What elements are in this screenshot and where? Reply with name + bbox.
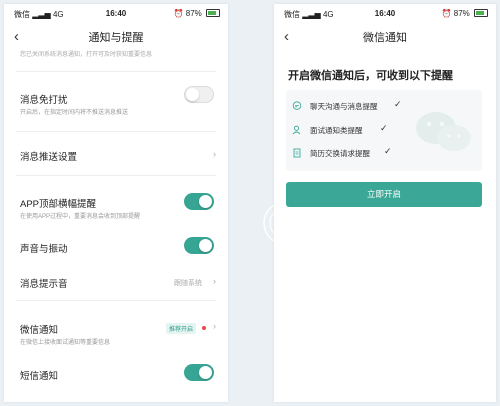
battery-icon [474, 9, 488, 17]
status-bar: 微信 ▂▃▅ 4G 16:40 ⏰ 87% [4, 4, 228, 22]
toggle-knob [199, 195, 212, 208]
chat-bubble-icon [292, 101, 302, 110]
message-tone-value: 跟随系统 [174, 280, 202, 287]
wechat-logo-watermark-icon [416, 112, 471, 151]
battery-icon [206, 9, 220, 17]
check-icon: ✓ [380, 123, 388, 133]
check-icon: ✓ [384, 146, 392, 156]
page-title: 微信通知 [363, 32, 407, 44]
divider [16, 175, 216, 176]
battery-percent: 87% [453, 9, 470, 18]
divider [16, 131, 216, 132]
reminder-label: 简历交换请求提醒 [310, 149, 370, 158]
row-banner-alert-title: APP顶部横幅提醒 [20, 199, 97, 210]
reminder-label: 面试通知类提醒 [310, 126, 363, 135]
document-icon [293, 148, 301, 158]
page-title: 通知与提醒 [88, 32, 144, 44]
row-sms-notify-title: 短信通知 [20, 371, 59, 382]
status-right: ⏰ 87% [442, 9, 488, 18]
status-bar: 微信 ▂▃▅ 4G 16:40 ⏰ 87% [274, 4, 496, 22]
chevron-right-icon[interactable]: › [213, 276, 216, 286]
battery-percent: 87% [185, 9, 202, 18]
reminder-label: 聊天沟通与消息提醒 [310, 102, 378, 111]
row-banner-alert-subtitle: 在使用APP过程中，重要消息会收到顶部提醒 [20, 214, 141, 220]
divider [16, 71, 216, 72]
banner-alert-toggle[interactable] [184, 193, 214, 210]
red-dot-indicator [202, 326, 206, 330]
nav-bar: ‹ 通知与提醒 [4, 22, 228, 52]
row-sound-vibration-title: 声音与振动 [20, 244, 68, 255]
row-wechat-notify-title[interactable]: 微信通知 [20, 322, 58, 336]
toggle-knob [199, 239, 212, 252]
do-not-disturb-toggle[interactable] [184, 86, 214, 103]
notification-settings-screen: 微信 ▂▃▅ 4G 16:40 ⏰ 87% ‹ 通知与提醒 您已关闭系统消息通知… [4, 4, 228, 402]
reminder-list-box: 聊天沟通与消息提醒 ✓ 面试通知类提醒 ✓ 简历交换请求提醒 ✓ [286, 90, 482, 171]
status-right: ⏰ 87% [174, 9, 220, 18]
row-wechat-notify-subtitle: 在微信上接收面试通知等重要信息 [20, 340, 111, 346]
toggle-knob [186, 88, 199, 101]
chevron-right-icon[interactable]: › [213, 149, 216, 159]
sound-vibration-toggle[interactable] [184, 237, 214, 254]
row-do-not-disturb-title: 消息免打扰 [20, 95, 68, 106]
alarm-icon: ⏰ [441, 9, 452, 18]
check-icon: ✓ [394, 99, 402, 109]
sms-notify-toggle[interactable] [184, 364, 214, 381]
row-message-tone[interactable]: 消息提示音 [20, 276, 68, 290]
row-push-settings[interactable]: 消息推送设置 [20, 149, 77, 163]
person-icon [292, 125, 301, 135]
recommend-badge: 推荐开启 [165, 323, 196, 334]
nav-bar: ‹ 微信通知 [274, 22, 496, 52]
divider [16, 300, 216, 301]
enable-now-button[interactable]: 立即开启 [286, 182, 482, 207]
system-notification-hint: 您已关闭系统消息通知，打开可及时获知重要信息 [20, 52, 153, 58]
alarm-icon: ⏰ [173, 9, 184, 18]
wechat-notify-screen: 微信 ▂▃▅ 4G 16:40 ⏰ 87% ‹ 微信通知 开启微信通知后，可收到… [274, 4, 496, 402]
toggle-knob [199, 366, 212, 379]
chevron-right-icon[interactable]: › [213, 321, 216, 331]
wechat-notify-heading: 开启微信通知后，可收到以下提醒 [288, 70, 453, 82]
row-do-not-disturb-subtitle: 开启后，在指定时间内将不推送消息推送 [20, 110, 129, 116]
